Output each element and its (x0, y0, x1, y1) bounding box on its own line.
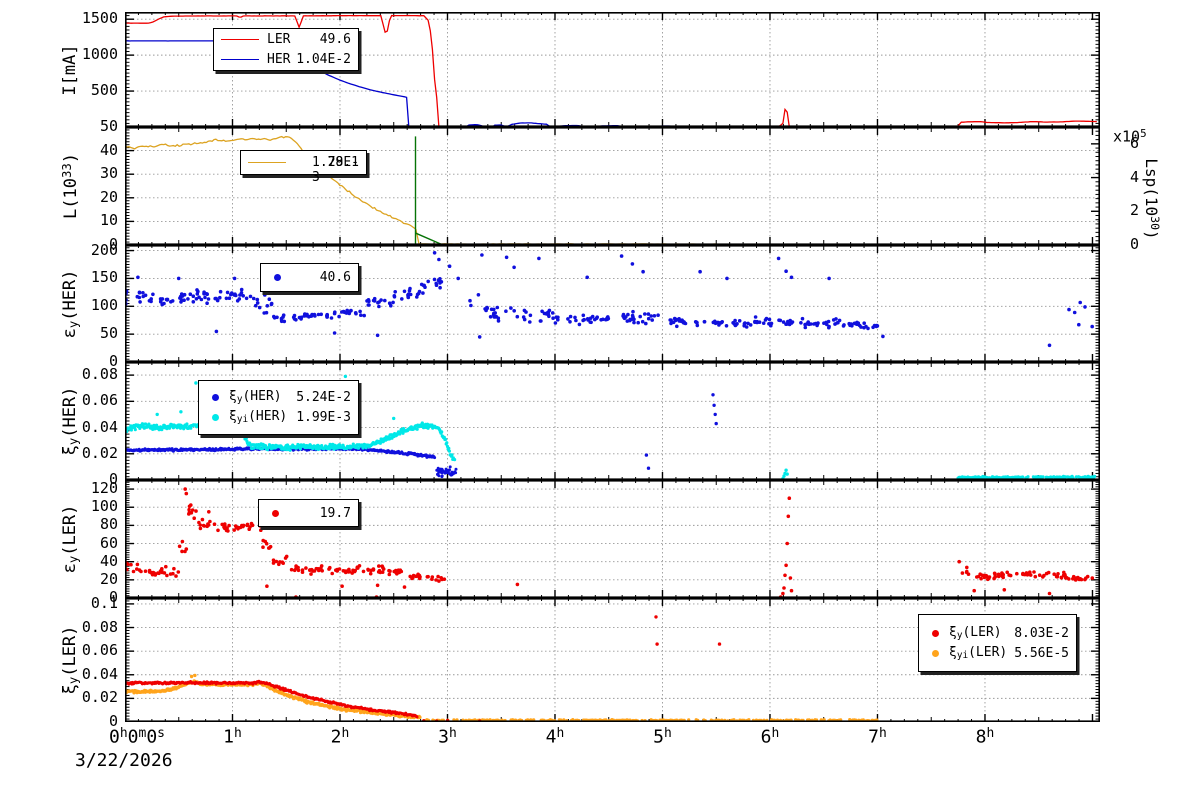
legend-label: ξy(LER) (949, 624, 1002, 642)
legend-luminosity: 28.1 1.79E-3 (240, 150, 367, 185)
legend-value: 49.6 (319, 32, 351, 47)
axis-title-emittance-ler: εy(LER) (60, 504, 81, 574)
x-tick-label: 1h (223, 726, 242, 748)
legend-value: 19.7 (319, 505, 351, 521)
legend-row: 40.6 (261, 268, 358, 288)
legend-line-marker (248, 162, 286, 163)
legend-dot-marker (212, 414, 219, 421)
strip-chart: 3/22/2026 500 1000 1500 I[mA] LER 49.6 HER 1.04… (0, 0, 1200, 798)
series-xiyi-her-spike (781, 468, 789, 480)
x-tick-label: 6h (760, 726, 780, 748)
series-lsp-tail (415, 232, 443, 245)
legend-row: 19.7 (259, 503, 358, 523)
legend-dot-marker (932, 649, 939, 657)
series-xiy-her-drop (435, 465, 458, 479)
right-axis-title: Lsp(1030) (1142, 158, 1162, 240)
legend-value: 8.03E-2 (1014, 625, 1069, 641)
x-tick-label: 3h (438, 726, 457, 748)
legend-value: 1.04E-2 (296, 52, 351, 67)
legend-value: 40.6 (319, 270, 351, 285)
legend-current: LER 49.6 HER 1.04E-2 (213, 28, 359, 71)
legend-row: ξy(LER) 8.03E-2 (919, 623, 1076, 643)
legend-label: HER (267, 52, 291, 67)
axis-title-beam-beam-ler: ξy(LER) (60, 625, 81, 695)
x-tick-label: 5h (653, 726, 672, 748)
legend-beam-beam-ler: ξy(LER) 8.03E-2 ξyi(LER) 5.56E-5 (918, 614, 1077, 672)
legend-label: LER (267, 32, 291, 47)
series-xiy-her-outliers (644, 393, 718, 470)
legend-row: LER 49.6 (214, 30, 358, 50)
legend-row: HER 1.04E-2 (214, 50, 358, 70)
panel-emittance-ler (125, 480, 1100, 598)
x-tick-label: 8h (975, 726, 995, 748)
series-xiy-ler-outliers (422, 615, 722, 722)
x-tick-label: 7h (868, 726, 887, 748)
date-label: 3/22/2026 (75, 750, 173, 771)
x-tick-label: 0h0m0s (109, 726, 165, 748)
legend-dot-marker (272, 509, 279, 517)
legend-line-marker (221, 39, 259, 40)
x-tick-label: 2h (330, 726, 350, 748)
legend-value: 5.24E-2 (296, 390, 351, 405)
legend-value: 5.56E-5 (1014, 645, 1069, 661)
legend-dot-marker (932, 629, 939, 637)
legend-label: ξy(HER) (229, 389, 282, 406)
legend-label: ξyi(HER) (229, 409, 288, 426)
legend-line-marker (221, 59, 259, 60)
legend-dot-marker (274, 274, 281, 281)
legend-emittance-her: 40.6 (260, 263, 359, 292)
legend-row: ξyi(LER) 5.56E-5 (919, 643, 1076, 663)
legend-emittance-ler: 19.7 (258, 499, 359, 527)
x-tick-label: 4h (545, 726, 565, 748)
legend-value-overlap: 28.1 1.79E-3 (312, 155, 359, 185)
legend-value: 1.99E-3 (296, 410, 351, 425)
legend-beam-beam-her: ξy(HER) 5.24E-2 ξyi(HER) 1.99E-3 (198, 380, 359, 435)
legend-dot-marker (212, 394, 219, 401)
legend-label: ξyi(LER) (949, 644, 1008, 662)
legend-row: ξy(HER) 5.24E-2 (199, 388, 358, 408)
legend-row: 28.1 1.79E-3 (241, 153, 366, 185)
legend-row: ξyi(HER) 1.99E-3 (199, 408, 358, 428)
panel-luminosity (125, 127, 1100, 245)
